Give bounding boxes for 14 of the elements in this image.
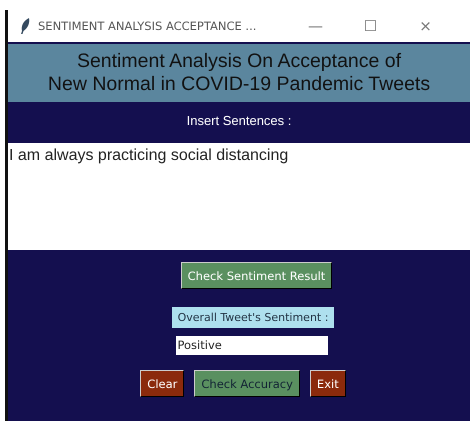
check-sentiment-button[interactable]: Check Sentiment Result — [180, 262, 332, 289]
close-button[interactable]: × — [398, 17, 453, 35]
feather-icon — [20, 18, 30, 34]
sentence-field[interactable]: I am always practicing social distancing — [8, 143, 470, 250]
action-button[interactable]: Exit — [310, 370, 346, 397]
action-button[interactable]: Clear — [140, 370, 184, 397]
heading-banner: Sentiment Analysis On Acceptance of New Normal in COVID-19 Pandemic Tweets — [8, 42, 470, 102]
maximize-button[interactable]: ☐ — [343, 17, 398, 35]
window-title: SENTIMENT ANALYSIS ACCEPTANCE ... — [38, 19, 258, 33]
result-label: Overall Tweet's Sentiment : — [172, 307, 334, 328]
action-button[interactable]: Check Accuracy — [194, 370, 300, 397]
minimize-button[interactable]: — — [288, 17, 343, 35]
result-field[interactable]: Positive — [176, 336, 328, 355]
input-label: Insert Sentences : — [186, 113, 292, 130]
